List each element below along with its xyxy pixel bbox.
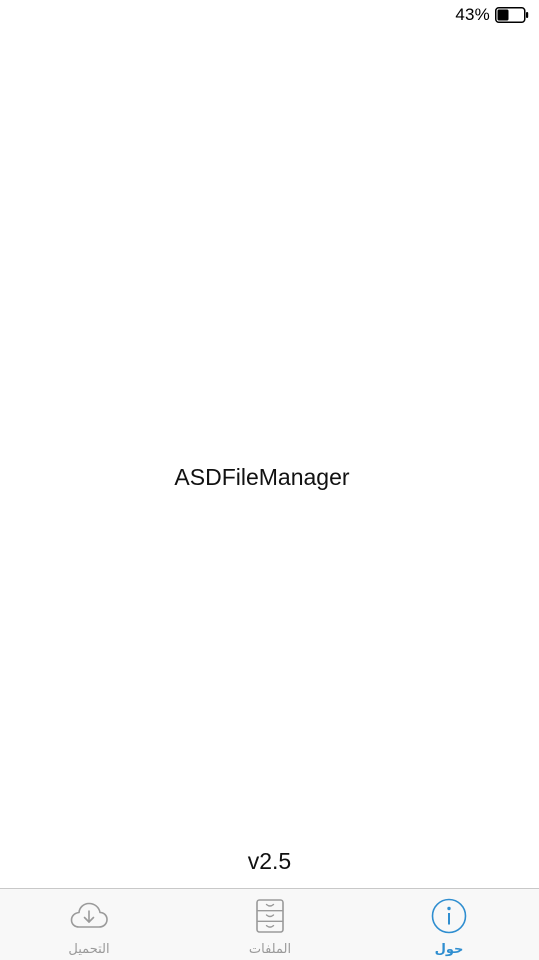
version-label: v2.5: [247, 848, 292, 874]
tab-about-label: حول: [434, 942, 464, 957]
battery-percent: 43%: [455, 5, 490, 24]
app-name: ASDFileManager: [174, 464, 350, 490]
tab-files[interactable]: الملفات: [210, 889, 330, 960]
status-bar: 43%: [0, 0, 539, 30]
tab-about[interactable]: حول: [389, 889, 509, 960]
tab-download-label: التحميل: [68, 942, 110, 957]
info-icon: [431, 898, 467, 934]
tab-bar: التحميل الملفات حول: [0, 888, 539, 960]
about-screen: 43% ASDFileManager v2.5 التحميل الملفات …: [0, 0, 539, 960]
cloud-download-icon: [69, 899, 109, 933]
tab-files-label: الملفات: [248, 942, 292, 957]
battery-icon: [495, 7, 529, 23]
battery-indicator: 43%: [455, 5, 529, 25]
file-cabinet-icon: [255, 899, 285, 933]
tab-download[interactable]: التحميل: [29, 889, 149, 960]
